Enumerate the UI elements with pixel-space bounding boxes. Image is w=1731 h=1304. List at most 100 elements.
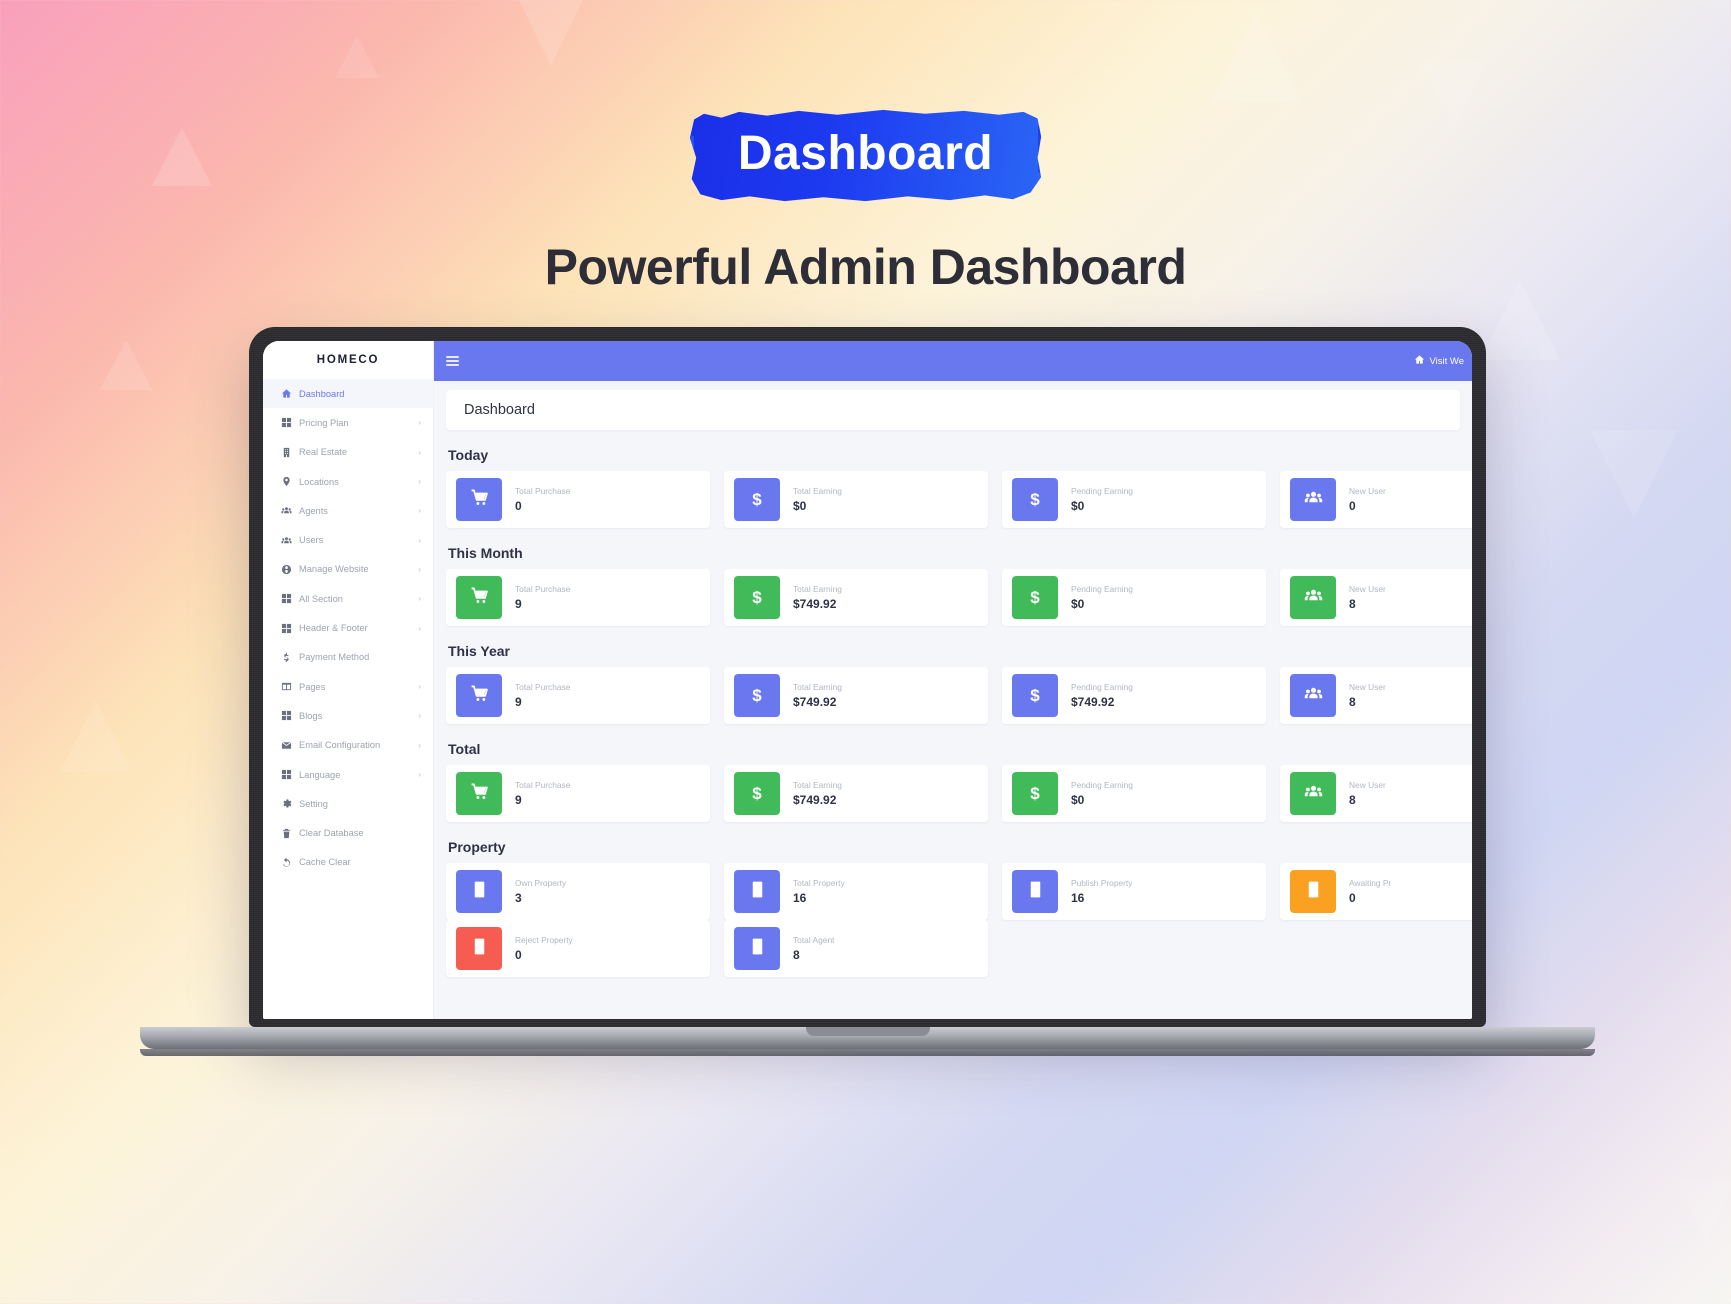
stat-card-label: New User [1349,584,1386,594]
chevron-right-icon: › [418,594,421,604]
stat-card-label: Own Property [515,878,567,888]
grid-icon [281,710,299,721]
chevron-right-icon: › [418,740,421,750]
stat-card[interactable]: $ Pending Earning $0 [1002,569,1266,626]
stat-card-value: 0 [515,948,522,962]
section-title: Total [448,741,481,757]
stat-card[interactable]: Total Agent 8 [724,920,988,977]
sidebar-item-email-configuration[interactable]: Email Configuration › [263,731,433,760]
stat-card[interactable]: $ Pending Earning $749.92 [1002,667,1266,724]
visit-site-label: Visit We [1429,355,1465,367]
stat-card-text: Publish Property 16 [1058,878,1132,905]
breadcrumb: Dashboard [446,390,1460,430]
brand-logo: HOMECO [316,354,380,366]
cart-icon [470,684,489,708]
stat-card-row: Own Property 3 Total Property 16 Publish Pro… [446,863,1472,920]
stat-card-label: New User [1349,682,1386,692]
stat-card[interactable]: $ Total Earning $0 [724,471,988,528]
stat-card[interactable]: Reject Property 0 [446,920,710,977]
dollar-icon: $ [1030,489,1040,509]
stat-card-text: Total Purchase 9 [502,682,570,709]
stat-card[interactable]: Total Purchase 9 [446,569,710,626]
sidebar-item-cache-clear[interactable]: Cache Clear [263,848,433,877]
sidebar-item-label: Blogs [299,710,323,721]
stat-card[interactable]: Total Purchase 9 [446,765,710,822]
laptop-mockup: HOMECO Dashboard Pricing Plan › Real Estate… [140,327,1595,1056]
stat-card[interactable]: $ Total Earning $749.92 [724,765,988,822]
stat-card[interactable]: New User 8 [1280,569,1472,626]
hero-headline: Powerful Admin Dashboard [544,239,1187,295]
stat-card[interactable]: New User 8 [1280,667,1472,724]
stat-card-text: Reject Property 0 [502,935,573,962]
dollar-icon: $ [752,489,762,509]
stat-card[interactable]: $ Pending Earning $0 [1002,471,1266,528]
sidebar-item-label: Agents [299,505,328,516]
stat-card-value: $749.92 [793,793,837,807]
stat-card[interactable]: New User 0 [1280,471,1472,528]
grid-icon [281,769,299,780]
stat-card[interactable]: Total Purchase 9 [446,667,710,724]
sidebar-item-agents[interactable]: Agents › [263,496,433,525]
stat-card-row: Total Purchase 0 $ Total Earning $0 $ Pending … [446,471,1472,528]
sidebar-item-clear-database[interactable]: Clear Database [263,818,433,847]
stat-card[interactable]: Own Property 3 [446,863,710,920]
stat-card[interactable]: Publish Property 16 [1002,863,1266,920]
sidebar-item-real-estate[interactable]: Real Estate › [263,438,433,467]
sidebar-item-header-footer[interactable]: Header & Footer › [263,613,433,642]
stat-card-text: Total Purchase 0 [502,486,570,513]
stat-card-value: 16 [1071,891,1085,905]
stat-card-text: Awaiting Pr 0 [1336,878,1391,905]
stat-card-text: Pending Earning $0 [1058,486,1133,513]
stat-card-label: Total Earning [793,486,842,496]
building-icon [748,937,767,961]
building-icon [470,880,489,904]
sidebar-item-pricing-plan[interactable]: Pricing Plan › [263,408,433,437]
stat-card[interactable]: $ Total Earning $749.92 [724,667,988,724]
dollar-icon: $ [1030,685,1040,705]
stat-card-label: Publish Property [1071,878,1133,888]
sidebar-item-dashboard[interactable]: Dashboard [263,379,433,409]
chevron-right-icon: › [418,770,421,779]
stat-card[interactable]: Total Purchase 0 [446,471,710,528]
stat-card-value: 16 [793,891,807,905]
stat-card[interactable]: New User 8 [1280,765,1472,822]
chevron-right-icon: › [418,506,421,516]
sidebar-item-all-section[interactable]: All Section › [263,584,433,613]
sidebar-item-setting[interactable]: Setting [263,789,433,818]
sidebar-item-payment-method[interactable]: Payment Method [263,643,433,672]
section-title: Today [448,447,489,463]
stat-card[interactable]: Total Property 16 [724,863,988,920]
stat-card-label: Pending Earning [1071,780,1133,790]
chevron-right-icon: › [418,623,421,633]
sidebar-item-users[interactable]: Users › [263,525,433,554]
sidebar-item-blogs[interactable]: Blogs › [263,701,433,730]
building-icon [748,880,767,904]
stat-card-icon [456,576,502,619]
users-icon [281,505,299,516]
stat-card-text: Total Earning $749.92 [780,682,842,709]
sidebar-nav: Dashboard Pricing Plan › Real Estate › Locati… [263,379,433,877]
stat-card[interactable]: $ Pending Earning $0 [1002,765,1266,822]
trash-icon [281,828,299,839]
stat-card-label: Total Purchase [515,780,571,790]
sidebar-item-label: All Section [299,593,343,604]
stat-card-icon [734,927,780,970]
sidebar-item-pages[interactable]: Pages › [263,672,433,701]
deco-triangle [1590,430,1678,518]
sidebar-item-label: Setting [299,798,328,809]
sidebar-item-manage-website[interactable]: Manage Website › [263,555,433,584]
sidebar-item-locations[interactable]: Locations › [263,467,433,496]
hamburger-icon[interactable] [446,355,459,367]
users-icon [1304,488,1323,512]
stat-card-row: Total Purchase 9 $ Total Earning $749.92 $ Pen… [446,569,1472,626]
stat-card-icon: $ [734,576,780,619]
stat-card[interactable]: Awaiting Pr 0 [1280,863,1472,920]
visit-site-button[interactable]: Visit We [1414,354,1465,368]
users-icon [1304,782,1323,806]
sidebar-item-language[interactable]: Language › [263,760,433,789]
stat-card-text: Own Property 3 [502,878,566,905]
stat-card-icon [1290,478,1336,521]
dollar-icon: $ [1030,587,1040,607]
stat-card-value: 8 [1349,793,1356,807]
stat-card[interactable]: $ Total Earning $749.92 [724,569,988,626]
